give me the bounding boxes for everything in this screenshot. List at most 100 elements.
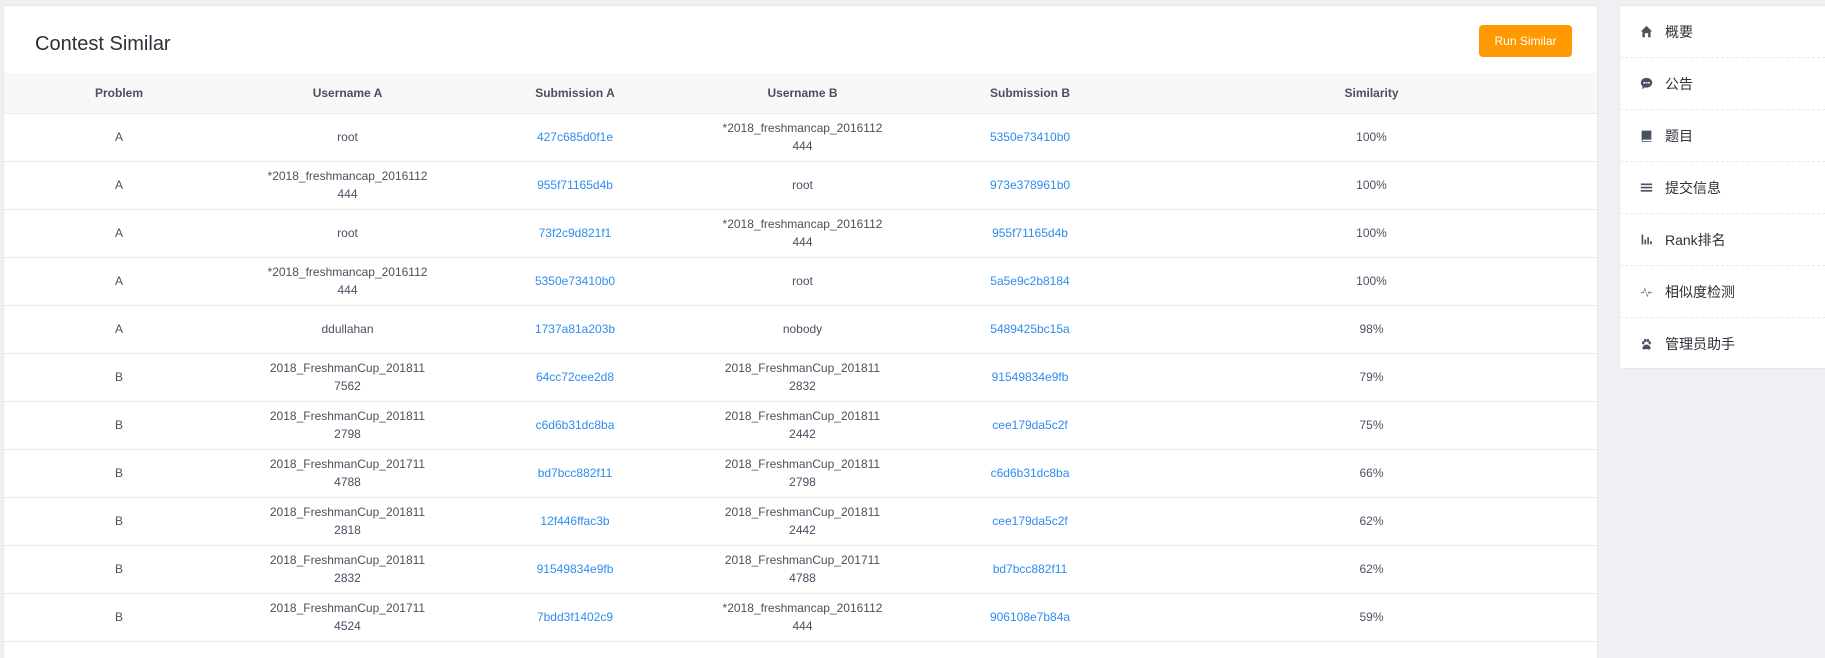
sidebar-item-label: 公告 bbox=[1665, 75, 1693, 92]
page: Contest Similar Run Similar Problem Usern… bbox=[0, 0, 1825, 658]
sidebar-item-similarity-check[interactable]: 相似度检测 bbox=[1620, 266, 1825, 318]
table-cell: 2018_FreshmanCup_2018117562 bbox=[234, 353, 461, 402]
table-cell: bd7bcc882f11 bbox=[916, 545, 1144, 594]
sidebar-item-announcements[interactable]: 公告 bbox=[1620, 58, 1825, 110]
submission-link[interactable]: 973e378961b0 bbox=[990, 176, 1070, 194]
cell-text: 2018_FreshmanCup_2018112832 bbox=[269, 553, 426, 585]
cell-text: *2018_freshmancap_2016112444 bbox=[722, 601, 883, 633]
submission-link[interactable]: 12f446ffac3b bbox=[540, 512, 609, 530]
submission-link[interactable]: 7bdd3f1402c9 bbox=[537, 608, 613, 626]
sidebar-item-submissions[interactable]: 提交信息 bbox=[1620, 162, 1825, 214]
submission-link[interactable]: c6d6b31dc8ba bbox=[991, 464, 1070, 482]
table-cell: 955f71165d4b bbox=[916, 209, 1144, 258]
cell-text: 62% bbox=[1359, 514, 1384, 528]
submission-link[interactable]: 91549834e9fb bbox=[537, 560, 614, 578]
table-row: B 2018_FreshmanCup_2018112818 12f446ffac3b… bbox=[4, 497, 1597, 546]
table-cell: A bbox=[4, 113, 234, 162]
table-cell: root bbox=[234, 209, 461, 258]
submission-link[interactable]: cee179da5c2f bbox=[992, 512, 1067, 530]
submission-link[interactable]: 91549834e9fb bbox=[992, 368, 1069, 386]
chat-bubble-icon bbox=[1639, 77, 1653, 91]
cell-text: A bbox=[114, 274, 123, 288]
table-cell bbox=[4, 641, 234, 658]
table-cell: bd7bcc882f11 bbox=[461, 449, 689, 498]
submission-link[interactable]: bd7bcc882f11 bbox=[538, 464, 613, 482]
submission-link[interactable]: 906108e7b84a bbox=[990, 608, 1070, 626]
table-cell: B bbox=[4, 593, 234, 642]
table-cell: 62% bbox=[1144, 497, 1597, 546]
table-cell: cee179da5c2f bbox=[916, 401, 1144, 450]
table-cell: 2018_FreshmanCup_20181 bbox=[689, 641, 916, 658]
cell-text: root bbox=[792, 274, 813, 288]
table-cell: 5350e73410b0 bbox=[916, 113, 1144, 162]
cell-text: 2018_FreshmanCup_2017114524 bbox=[269, 601, 426, 633]
table-cell: 2018_FreshmanCup_2017114788 bbox=[689, 545, 916, 594]
table-cell: 5489425bc15a bbox=[916, 305, 1144, 354]
submission-link[interactable]: c6d6b31dc8ba bbox=[536, 416, 615, 434]
cell-text: B bbox=[114, 610, 123, 624]
table-row: B 2018_FreshmanCup_2018112832 91549834e9fb… bbox=[4, 545, 1597, 594]
cell-text: 75% bbox=[1359, 418, 1384, 432]
cell-text: 2018_FreshmanCup_2018112442 bbox=[724, 409, 881, 441]
table-cell: A bbox=[4, 209, 234, 258]
submission-link[interactable]: bd7bcc882f11 bbox=[993, 560, 1068, 578]
sidebar-item-problems[interactable]: 题目 bbox=[1620, 110, 1825, 162]
cell-text: A bbox=[114, 130, 123, 144]
cell-text: 59% bbox=[1359, 610, 1384, 624]
cell-text: B bbox=[114, 418, 123, 432]
table-cell: 75% bbox=[1144, 401, 1597, 450]
table-cell: nobody bbox=[689, 305, 916, 354]
table-cell: A bbox=[4, 305, 234, 354]
book-icon bbox=[1639, 129, 1653, 143]
sidebar-item-overview[interactable]: 概要 bbox=[1620, 6, 1825, 58]
cell-text: *2018_freshmancap_2016112444 bbox=[722, 217, 883, 249]
table-cell: 91549834e9fb bbox=[916, 353, 1144, 402]
submission-link[interactable]: 5489425bc15a bbox=[990, 320, 1069, 338]
submission-link[interactable]: 73f2c9d821f1 bbox=[539, 224, 612, 242]
submission-link[interactable]: 955f71165d4b bbox=[992, 224, 1068, 242]
submission-link[interactable]: cee179da5c2f bbox=[992, 416, 1067, 434]
table-cell: 1737a81a203b bbox=[461, 305, 689, 354]
table-cell: B bbox=[4, 449, 234, 498]
table-row: B 2018_FreshmanCup_2018117562 64cc72cee2d8… bbox=[4, 353, 1597, 402]
cell-text: 2018_FreshmanCup_2018117562 bbox=[269, 361, 426, 393]
cell-text: 2018_FreshmanCup_2018112798 bbox=[269, 409, 426, 441]
table-cell: root bbox=[234, 113, 461, 162]
sidebar-item-admin-helper[interactable]: 管理员助手 bbox=[1620, 318, 1825, 370]
submission-link[interactable]: 5350e73410b0 bbox=[535, 272, 615, 290]
pulse-icon bbox=[1639, 285, 1653, 299]
column-header-similarity: Similarity bbox=[1144, 73, 1597, 114]
sidebar-item-rank[interactable]: Rank排名 bbox=[1620, 214, 1825, 266]
table-cell: c6d6b31dc8ba bbox=[461, 401, 689, 450]
table-cell: *2018_freshmancap_2016112444 bbox=[234, 257, 461, 306]
submission-link[interactable]: 955f71165d4b bbox=[537, 176, 613, 194]
cell-text: root bbox=[792, 178, 813, 192]
table-cell: c6d6b31dc8ba bbox=[916, 449, 1144, 498]
table-cell: 100% bbox=[1144, 209, 1597, 258]
submission-link[interactable]: 5a5e9c2b8184 bbox=[990, 272, 1069, 290]
cell-text: 2018_FreshmanCup_2017114788 bbox=[269, 457, 426, 489]
table-cell bbox=[916, 641, 1144, 658]
run-similar-button[interactable]: Run Similar bbox=[1479, 25, 1572, 57]
column-header-username-b: Username B bbox=[689, 73, 916, 114]
table-cell: 98% bbox=[1144, 305, 1597, 354]
submission-link[interactable]: 427c685d0f1e bbox=[537, 128, 613, 146]
table-cell: 2018_FreshmanCup_20181 bbox=[234, 641, 461, 658]
table-cell: *2018_freshmancap_2016112444 bbox=[234, 161, 461, 210]
cell-text: *2018_freshmancap_2016112444 bbox=[722, 121, 883, 153]
column-header-username-a: Username A bbox=[234, 73, 461, 114]
submission-link[interactable]: 64cc72cee2d8 bbox=[536, 368, 614, 386]
submission-link[interactable]: 5350e73410b0 bbox=[990, 128, 1070, 146]
cell-text: A bbox=[114, 178, 123, 192]
table-cell: 2018_FreshmanCup_2018112818 bbox=[234, 497, 461, 546]
submission-link[interactable]: 1737a81a203b bbox=[535, 320, 615, 338]
table-cell: B bbox=[4, 401, 234, 450]
cell-text: 2018_FreshmanCup_2017114788 bbox=[724, 553, 881, 585]
column-header-submission-b: Submission B bbox=[916, 73, 1144, 114]
table-row: B 2018_FreshmanCup_2017114524 7bdd3f1402c9… bbox=[4, 593, 1597, 642]
paw-icon bbox=[1639, 337, 1653, 351]
cell-text: 2018_FreshmanCup_2018112832 bbox=[724, 361, 881, 393]
cell-text: 2018_FreshmanCup_2018112818 bbox=[269, 505, 426, 537]
cell-text: nobody bbox=[782, 322, 823, 336]
table-cell: ddullahan bbox=[234, 305, 461, 354]
